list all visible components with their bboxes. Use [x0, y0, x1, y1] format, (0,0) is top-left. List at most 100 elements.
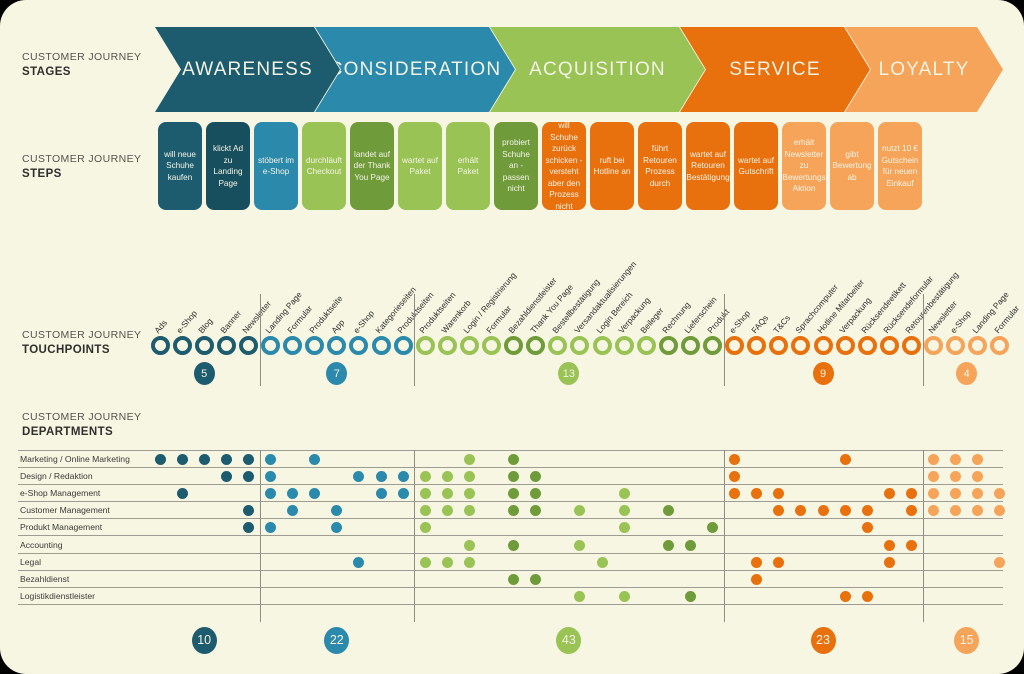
- department-touchpoint-dot[interactable]: [463, 505, 475, 517]
- touchpoint-ring[interactable]: [614, 336, 634, 355]
- department-touchpoint-dot[interactable]: [508, 573, 520, 585]
- journey-step-2[interactable]: klickt Ad zu Landing Page: [206, 122, 250, 210]
- stage-acquisition[interactable]: ACQUISITION: [490, 27, 705, 112]
- department-touchpoint-dot[interactable]: [419, 522, 431, 534]
- touchpoint-ring[interactable]: [636, 336, 656, 355]
- department-touchpoint-dot[interactable]: [928, 471, 939, 483]
- touchpoint-ring[interactable]: [238, 336, 258, 355]
- touchpoint-ring[interactable]: [946, 336, 966, 355]
- touchpoint-ring[interactable]: [990, 336, 1010, 355]
- touchpoint-ring[interactable]: [172, 336, 192, 355]
- touchpoint-ring[interactable]: [371, 336, 391, 355]
- department-touchpoint-dot[interactable]: [198, 454, 210, 465]
- department-touchpoint-dot[interactable]: [419, 556, 431, 568]
- department-touchpoint-dot[interactable]: [508, 505, 520, 517]
- department-touchpoint-dot[interactable]: [972, 488, 984, 500]
- department-touchpoint-dot[interactable]: [154, 454, 166, 465]
- department-touchpoint-dot[interactable]: [972, 505, 984, 517]
- journey-step-8[interactable]: probiert Schuhe an - passen nicht: [494, 122, 538, 210]
- department-touchpoint-dot[interactable]: [905, 539, 917, 551]
- department-touchpoint-dot[interactable]: [309, 454, 321, 465]
- department-touchpoint-dot[interactable]: [928, 505, 939, 517]
- journey-step-3[interactable]: stöbert im e-Shop: [254, 122, 298, 210]
- touchpoint-ring[interactable]: [857, 336, 877, 355]
- touchpoint-ring[interactable]: [283, 336, 303, 355]
- department-touchpoint-dot[interactable]: [773, 505, 785, 517]
- department-touchpoint-dot[interactable]: [684, 539, 696, 551]
- department-touchpoint-dot[interactable]: [242, 471, 254, 483]
- touchpoint-ring[interactable]: [393, 336, 413, 355]
- journey-step-9[interactable]: will Schuhe zurück schicken - versteht a…: [542, 121, 586, 211]
- department-touchpoint-dot[interactable]: [508, 488, 520, 500]
- department-touchpoint-dot[interactable]: [618, 505, 630, 517]
- journey-step-11[interactable]: führt Retouren Prozess durch: [638, 122, 682, 210]
- touchpoint-ring[interactable]: [725, 336, 745, 355]
- department-touchpoint-dot[interactable]: [950, 488, 962, 500]
- touchpoint-ring[interactable]: [194, 336, 214, 355]
- department-touchpoint-dot[interactable]: [574, 590, 586, 602]
- department-touchpoint-dot[interactable]: [972, 454, 984, 465]
- touchpoint-ring[interactable]: [216, 336, 236, 355]
- touchpoint-ring[interactable]: [349, 336, 369, 355]
- department-touchpoint-dot[interactable]: [574, 505, 586, 517]
- department-touchpoint-dot[interactable]: [353, 556, 365, 568]
- journey-step-5[interactable]: landet auf der Thank You Page: [350, 122, 394, 210]
- touchpoint-ring[interactable]: [658, 336, 678, 355]
- department-touchpoint-dot[interactable]: [994, 505, 1006, 517]
- department-touchpoint-dot[interactable]: [441, 488, 453, 500]
- department-touchpoint-dot[interactable]: [662, 505, 674, 517]
- department-touchpoint-dot[interactable]: [397, 488, 409, 500]
- department-touchpoint-dot[interactable]: [662, 539, 674, 551]
- touchpoint-ring[interactable]: [305, 336, 325, 355]
- department-touchpoint-dot[interactable]: [419, 488, 431, 500]
- department-touchpoint-dot[interactable]: [905, 488, 917, 500]
- stage-awareness[interactable]: AWARENESS: [155, 27, 340, 112]
- department-touchpoint-dot[interactable]: [265, 522, 276, 534]
- department-touchpoint-dot[interactable]: [331, 505, 343, 517]
- touchpoint-ring[interactable]: [415, 336, 435, 355]
- department-touchpoint-dot[interactable]: [375, 471, 387, 483]
- stage-consideration[interactable]: CONSIDERATION: [315, 27, 515, 112]
- department-touchpoint-dot[interactable]: [419, 505, 431, 517]
- stage-service[interactable]: SERVICE: [680, 27, 870, 112]
- department-touchpoint-dot[interactable]: [684, 590, 696, 602]
- department-touchpoint-dot[interactable]: [441, 471, 453, 483]
- department-touchpoint-dot[interactable]: [242, 522, 254, 534]
- department-touchpoint-dot[interactable]: [463, 488, 475, 500]
- touchpoint-ring[interactable]: [747, 336, 767, 355]
- department-touchpoint-dot[interactable]: [530, 573, 542, 585]
- department-touchpoint-dot[interactable]: [530, 505, 542, 517]
- touchpoint-ring[interactable]: [570, 336, 590, 355]
- department-touchpoint-dot[interactable]: [861, 522, 873, 534]
- department-touchpoint-dot[interactable]: [972, 471, 984, 483]
- department-touchpoint-dot[interactable]: [950, 505, 962, 517]
- department-touchpoint-dot[interactable]: [751, 556, 763, 568]
- touchpoint-ring[interactable]: [548, 336, 568, 355]
- journey-step-4[interactable]: durchläuft Checkout: [302, 122, 346, 210]
- department-touchpoint-dot[interactable]: [530, 471, 542, 483]
- department-touchpoint-dot[interactable]: [463, 471, 475, 483]
- journey-step-12[interactable]: wartet auf Retouren Bestätigung: [686, 122, 730, 210]
- department-touchpoint-dot[interactable]: [397, 471, 409, 483]
- department-touchpoint-dot[interactable]: [220, 471, 232, 483]
- department-touchpoint-dot[interactable]: [265, 471, 276, 483]
- touchpoint-ring[interactable]: [703, 336, 722, 355]
- department-touchpoint-dot[interactable]: [574, 539, 586, 551]
- department-touchpoint-dot[interactable]: [287, 505, 299, 517]
- journey-step-14[interactable]: erhält Newsletter zu Bewertungs Aktion: [782, 122, 826, 210]
- department-touchpoint-dot[interactable]: [861, 590, 873, 602]
- department-touchpoint-dot[interactable]: [773, 488, 785, 500]
- touchpoint-ring[interactable]: [592, 336, 612, 355]
- department-touchpoint-dot[interactable]: [176, 488, 188, 500]
- department-touchpoint-dot[interactable]: [773, 556, 785, 568]
- department-touchpoint-dot[interactable]: [883, 539, 895, 551]
- department-touchpoint-dot[interactable]: [618, 590, 630, 602]
- journey-step-16[interactable]: nutzt 10 € Gutschein für neuen Einkauf: [878, 122, 922, 210]
- department-touchpoint-dot[interactable]: [795, 505, 807, 517]
- department-touchpoint-dot[interactable]: [508, 539, 520, 551]
- department-touchpoint-dot[interactable]: [287, 488, 299, 500]
- department-touchpoint-dot[interactable]: [353, 471, 365, 483]
- department-touchpoint-dot[interactable]: [530, 488, 542, 500]
- department-touchpoint-dot[interactable]: [618, 522, 630, 534]
- department-touchpoint-dot[interactable]: [463, 539, 475, 551]
